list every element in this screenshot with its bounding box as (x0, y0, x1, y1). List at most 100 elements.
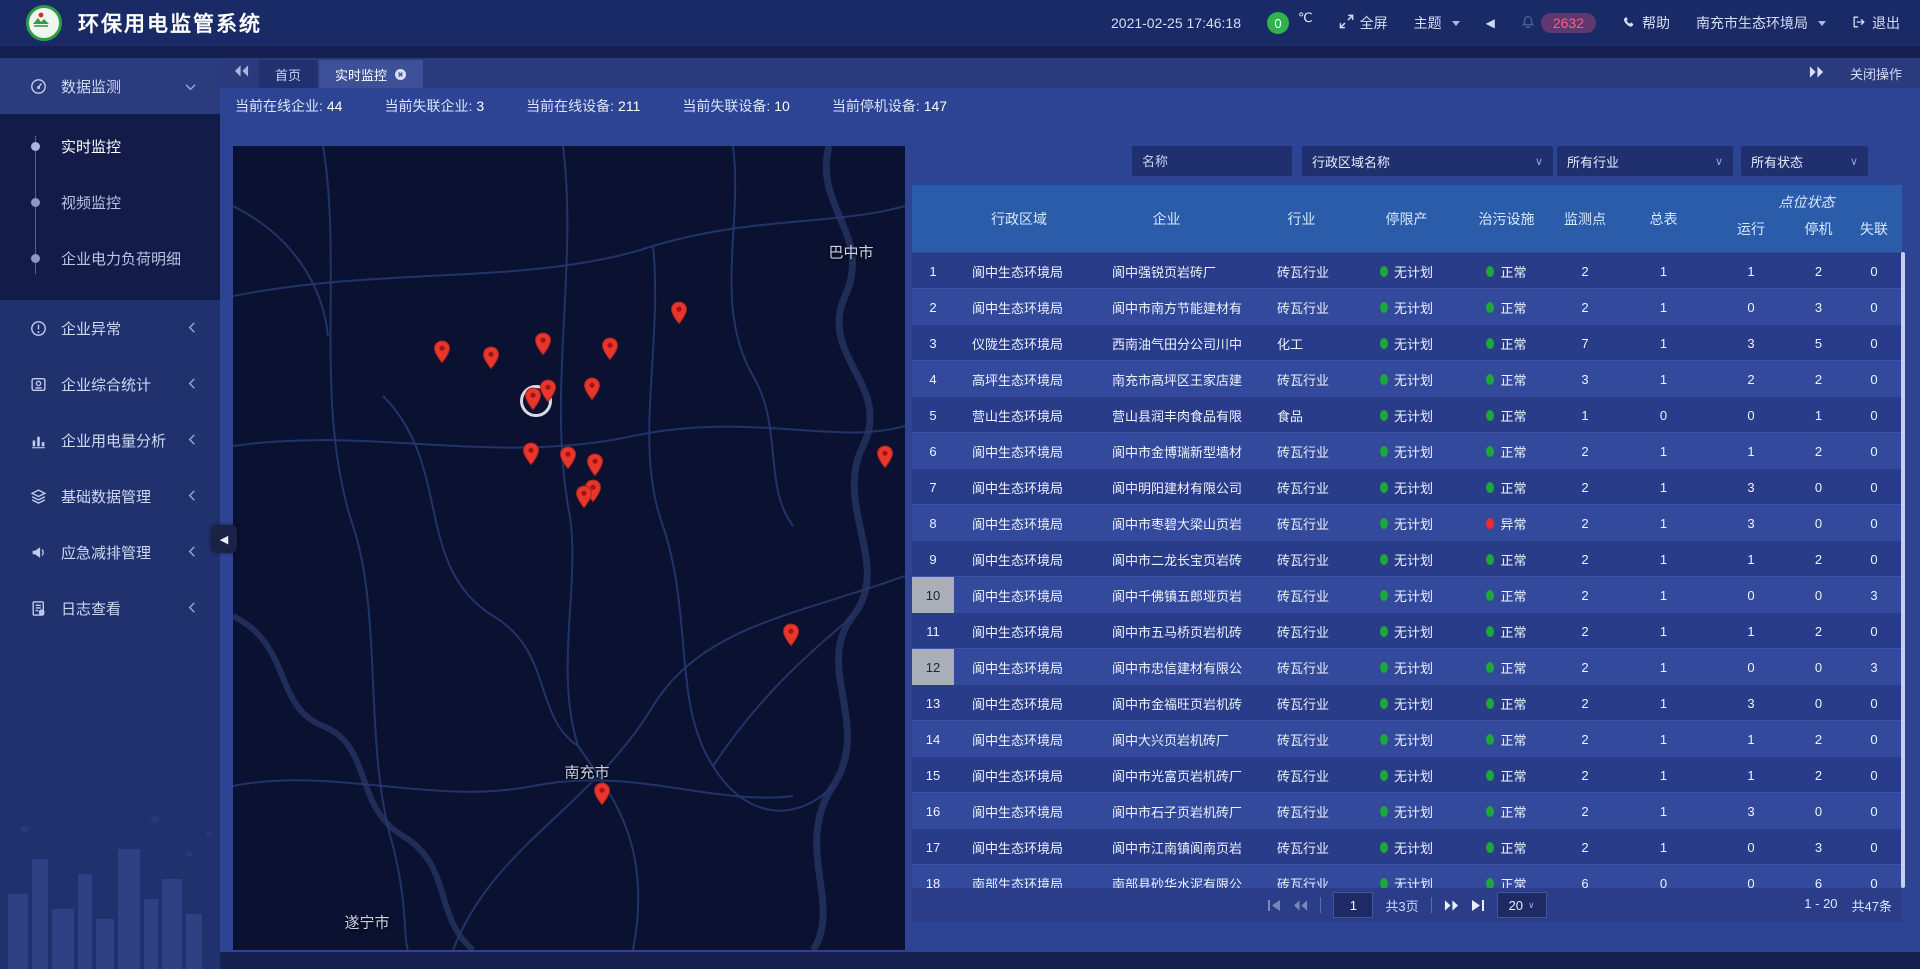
name-filter[interactable] (1132, 146, 1292, 176)
map-pin-icon[interactable] (559, 446, 577, 475)
sidebar-item-实时监控[interactable]: 实时监控 (0, 118, 220, 174)
tab-实时监控[interactable]: 实时监控 (319, 60, 423, 88)
region-filter-select[interactable]: 行政区域名称 ∨ (1302, 146, 1553, 176)
row-industry: 砖瓦行业 (1249, 550, 1354, 569)
pager-first-icon[interactable] (1267, 899, 1281, 912)
row-points: 2 (1554, 444, 1616, 459)
help-button[interactable]: 帮助 (1622, 13, 1670, 33)
page-number-input[interactable]: 1 (1333, 892, 1373, 918)
tabs-scroll-left-icon[interactable] (234, 64, 249, 82)
row-run: 0 (1711, 588, 1791, 603)
table-row[interactable]: 10阆中生态环境局阆中千佛镇五郎垭页岩砖瓦行业无计划正常21003 (912, 576, 1902, 612)
sidebar-collapse-handle[interactable]: ◀ (211, 525, 237, 553)
pager-next-icon[interactable] (1444, 899, 1459, 912)
user-caret-icon (1818, 21, 1826, 26)
row-company: 阆中明阳建材有限公司 (1084, 478, 1249, 497)
row-company: 阆中千佛镇五郎垭页岩 (1084, 586, 1249, 605)
chevron-down-icon: ∨ (1528, 900, 1535, 911)
close-operations-button[interactable]: 关闭操作 (1850, 64, 1902, 83)
sidebar-item-视频监控[interactable]: 视频监控 (0, 174, 220, 230)
table-scrollbar[interactable] (1901, 252, 1905, 888)
row-region: 阆中生态环境局 (954, 298, 1084, 317)
table-row[interactable]: 8阆中生态环境局阆中市枣碧大梁山页岩砖瓦行业无计划异常21300 (912, 504, 1902, 540)
page-size-select[interactable]: 20 ∨ (1497, 892, 1547, 918)
map-pin-icon[interactable] (670, 301, 688, 330)
tabs-scroll-right-icon[interactable] (1809, 66, 1824, 81)
map-pin-icon[interactable] (522, 442, 540, 471)
row-points: 2 (1554, 660, 1616, 675)
row-run: 2 (1711, 372, 1791, 387)
col-facility: 治污设施 (1459, 185, 1554, 252)
row-points: 7 (1554, 336, 1616, 351)
table-row[interactable]: 15阆中生态环境局阆中市光富页岩机砖厂砖瓦行业无计划正常21120 (912, 756, 1902, 792)
table-row[interactable]: 2阆中生态环境局阆中市南方节能建材有砖瓦行业无计划正常21030 (912, 288, 1902, 324)
table-row[interactable]: 6阆中生态环境局阆中市金博瑞新型墙材砖瓦行业无计划正常21120 (912, 432, 1902, 468)
sidebar-item-企业电力负荷明细[interactable]: 企业电力负荷明细 (0, 230, 220, 286)
status-filter-select[interactable]: 所有状态 ∨ (1741, 146, 1868, 176)
temperature-unit: ℃ (1298, 10, 1313, 26)
status-dot-icon (1380, 266, 1388, 277)
row-facility-status: 正常 (1459, 658, 1554, 677)
tab-首页[interactable]: 首页 (259, 60, 317, 88)
status-dot-icon (1486, 590, 1494, 601)
map-pin-icon[interactable] (593, 782, 611, 811)
stat-当前在线企业: 当前在线企业:44 (235, 96, 342, 116)
map-pin-icon[interactable] (601, 337, 619, 366)
table-row[interactable]: 11阆中生态环境局阆中市五马桥页岩机砖砖瓦行业无计划正常21120 (912, 612, 1902, 648)
sidebar-group-log-view[interactable]: 日志查看 (0, 580, 220, 636)
sidebar-item-label: 企业电力负荷明细 (61, 248, 181, 269)
status-dot-icon (1380, 842, 1388, 853)
tab-label: 实时监控 (335, 65, 387, 84)
row-company: 阆中市二龙长宝页岩砖 (1084, 550, 1249, 569)
table-row[interactable]: 18南部生态环境局南部县砂华水泥有限公砖瓦行业无计划正常60060 (912, 864, 1902, 888)
table-row[interactable]: 16阆中生态环境局阆中市石子页岩机砖厂砖瓦行业无计划正常21300 (912, 792, 1902, 828)
map-pin-icon[interactable] (586, 453, 604, 482)
status-dot-icon (1486, 302, 1494, 313)
sidebar-group-data-monitoring[interactable]: 数据监测 (0, 58, 220, 114)
map-pin-icon[interactable] (534, 332, 552, 361)
name-filter-input[interactable] (1132, 146, 1292, 176)
logout-button[interactable]: 退出 (1852, 13, 1900, 33)
tab-close-icon[interactable] (394, 68, 407, 81)
table-row[interactable]: 13阆中生态环境局阆中市金福旺页岩机砖砖瓦行业无计划正常21300 (912, 684, 1902, 720)
notification-badge[interactable]: 2632 (1521, 13, 1596, 33)
sidebar-group-emergency-reduction[interactable]: 应急减排管理 (0, 524, 220, 580)
fullscreen-button[interactable]: 全屏 (1339, 13, 1388, 33)
theme-dropdown[interactable]: 主题 (1414, 13, 1460, 33)
map-pin-icon[interactable] (876, 445, 894, 474)
table-row[interactable]: 14阆中生态环境局阆中大兴页岩机砖厂砖瓦行业无计划正常21120 (912, 720, 1902, 756)
pager-last-icon[interactable] (1471, 899, 1485, 912)
user-menu[interactable]: 南充市生态环境局 (1696, 13, 1826, 33)
map-pin-icon[interactable] (433, 340, 451, 369)
sidebar-group-enterprise-statistics[interactable]: 企业综合统计 (0, 356, 220, 412)
sidebar-group-enterprise-abnormal[interactable]: 企业异常 (0, 300, 220, 356)
row-run: 3 (1711, 336, 1791, 351)
table-row[interactable]: 17阆中生态环境局阆中市江南镇阆南页岩砖瓦行业无计划正常21030 (912, 828, 1902, 864)
row-number: 10 (912, 577, 954, 613)
pager-prev-icon[interactable] (1293, 899, 1308, 912)
row-number: 15 (912, 757, 954, 793)
table-row[interactable]: 3仪陇生态环境局西南油气田分公司川中化工无计划正常71350 (912, 324, 1902, 360)
table-row[interactable]: 1阆中生态环境局阆中强锐页岩砖厂砖瓦行业无计划正常21120 (912, 252, 1902, 288)
table-row[interactable]: 5营山生态环境局营山县润丰肉食品有限食品无计划正常10010 (912, 396, 1902, 432)
table-row[interactable]: 4高坪生态环境局南充市高坪区王家店建砖瓦行业无计划正常31220 (912, 360, 1902, 396)
map-pin-icon[interactable] (782, 623, 800, 652)
row-meter: 1 (1616, 768, 1711, 783)
sidebar-group-power-analysis[interactable]: 企业用电量分析 (0, 412, 220, 468)
map-pin-icon[interactable] (539, 379, 557, 408)
map-panel[interactable]: 巴中市南充市遂宁市 (233, 146, 905, 950)
map-pin-icon[interactable] (583, 377, 601, 406)
row-run: 3 (1711, 516, 1791, 531)
row-facility-status: 正常 (1459, 478, 1554, 497)
map-pin-icon[interactable] (482, 346, 500, 375)
row-meter: 1 (1616, 696, 1711, 711)
table-row[interactable]: 7阆中生态环境局阆中明阳建材有限公司砖瓦行业无计划正常21300 (912, 468, 1902, 504)
row-lost: 0 (1846, 732, 1902, 747)
row-facility-status: 正常 (1459, 874, 1554, 889)
mute-icon[interactable]: ◀ (1486, 16, 1495, 30)
industry-filter-select[interactable]: 所有行业 ∨ (1557, 146, 1733, 176)
table-row[interactable]: 9阆中生态环境局阆中市二龙长宝页岩砖砖瓦行业无计划正常21120 (912, 540, 1902, 576)
table-row[interactable]: 12阆中生态环境局阆中市忠信建材有限公砖瓦行业无计划正常21003 (912, 648, 1902, 684)
sidebar-group-base-data[interactable]: 基础数据管理 (0, 468, 220, 524)
map-pin-icon[interactable] (575, 485, 593, 514)
